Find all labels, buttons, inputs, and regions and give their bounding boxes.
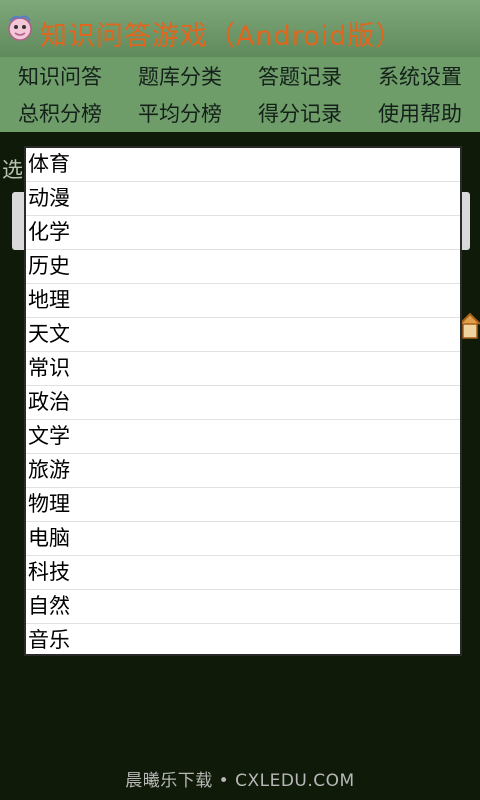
- list-item-computer[interactable]: 电脑: [26, 522, 460, 556]
- title-bar: 知识问答游戏（Android版）: [0, 0, 480, 59]
- list-item-politics[interactable]: 政治: [26, 386, 460, 420]
- list-item-geography[interactable]: 地理: [26, 284, 460, 318]
- list-item-nature[interactable]: 自然: [26, 590, 460, 624]
- menu-item-help[interactable]: 使用帮助: [378, 98, 462, 128]
- list-item-sports[interactable]: 体育: [26, 148, 460, 182]
- list-item-astronomy[interactable]: 天文: [26, 318, 460, 352]
- menu-item-quiz[interactable]: 知识问答: [18, 61, 102, 91]
- list-item-travel[interactable]: 旅游: [26, 454, 460, 488]
- menu-item-categories[interactable]: 题库分类: [138, 61, 222, 91]
- menu-item-answer-records[interactable]: 答题记录: [258, 61, 342, 91]
- category-select-dialog: 体育 动漫 化学 历史 地理 天文 常识 政治 文学 旅游 物理 电脑 科技 自…: [24, 146, 462, 656]
- list-item-music[interactable]: 音乐: [26, 624, 460, 654]
- list-item-history[interactable]: 历史: [26, 250, 460, 284]
- app-title: 知识问答游戏（Android版）: [40, 21, 404, 52]
- menu-item-total-leaderboard[interactable]: 总积分榜: [18, 98, 102, 128]
- list-item-technology[interactable]: 科技: [26, 556, 460, 590]
- app-logo-icon: [8, 15, 32, 41]
- list-item-common-sense[interactable]: 常识: [26, 352, 460, 386]
- background-label: 选: [2, 158, 23, 182]
- menu-item-score-records[interactable]: 得分记录: [258, 98, 342, 128]
- menu-row-2: 总积分榜 平均分榜 得分记录 使用帮助: [0, 94, 480, 132]
- menu-row-1: 知识问答 题库分类 答题记录 系统设置: [0, 57, 480, 96]
- footer-watermark: 晨曦乐下载 • CXLEDU.COM: [125, 771, 355, 791]
- list-item-physics[interactable]: 物理: [26, 488, 460, 522]
- list-item-chemistry[interactable]: 化学: [26, 216, 460, 250]
- menu-item-system-settings[interactable]: 系统设置: [378, 61, 462, 91]
- list-item-literature[interactable]: 文学: [26, 420, 460, 454]
- list-item-anime[interactable]: 动漫: [26, 182, 460, 216]
- menu-item-average-leaderboard[interactable]: 平均分榜: [138, 98, 222, 128]
